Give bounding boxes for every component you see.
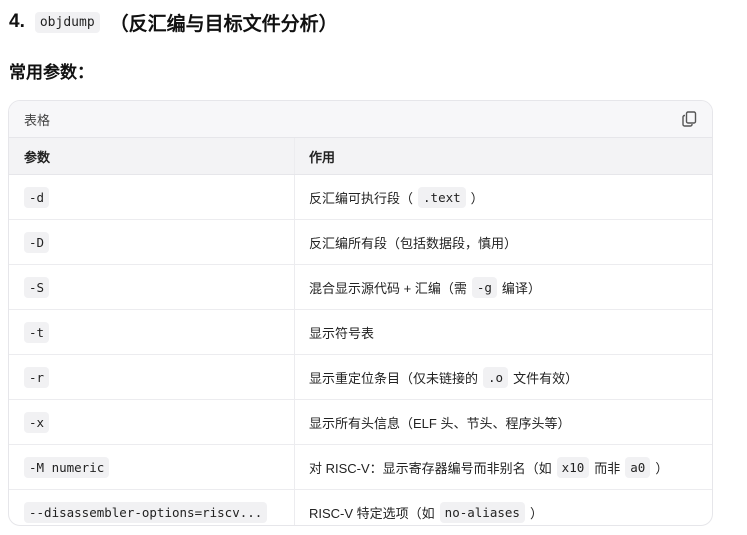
copy-button[interactable] — [680, 110, 698, 128]
usage-text: 编译） — [501, 280, 541, 296]
table-row: -x 显示所有头信息（ELF 头、节头、程序头等） — [9, 400, 712, 445]
inline-code: .text — [418, 186, 466, 208]
table-header-row: 参数 作用 — [9, 138, 712, 175]
table-row: -D 反汇编所有段（包括数据段，慎用） — [9, 220, 712, 265]
table-body: -d 反汇编可执行段（ .text） -D 反汇编所有段（包括数据段，慎用） -S 混合显示… — [9, 175, 712, 525]
usage-cell: RISC-V 特定选项（如 no-aliases） — [295, 490, 712, 525]
param-cell: -d — [9, 175, 295, 219]
table-row: -r 显示重定位条目（仅未链接的 .o 文件有效） — [9, 355, 712, 400]
usage-text: 文件有效） — [513, 370, 579, 386]
usage-text: 而非 — [594, 460, 621, 476]
usage-text: 混合显示源代码 + 汇编（需 — [309, 280, 467, 296]
param-code: -t — [24, 321, 50, 343]
heading-text: （反汇编与目标文件分析） — [109, 13, 338, 35]
column-header-usage: 作用 — [309, 149, 336, 165]
param-cell: -t — [9, 310, 295, 354]
usage-text: 反汇编所有段（包括数据段，慎用） — [309, 235, 518, 251]
table-row: --disassembler-options=riscv... RISC-V 特定… — [9, 490, 712, 525]
inline-code: .o — [483, 366, 509, 388]
usage-cell: 反汇编所有段（包括数据段，慎用） — [295, 220, 712, 264]
usage-cell: 显示重定位条目（仅未链接的 .o 文件有效） — [295, 355, 712, 399]
section-heading: 4. objdump （反汇编与目标文件分析） — [9, 7, 338, 37]
inline-code: -g — [471, 276, 497, 298]
param-code: -x — [24, 411, 50, 433]
param-cell: --disassembler-options=riscv... — [9, 490, 295, 525]
usage-text: 反汇编可执行段（ — [309, 190, 414, 206]
table-caption: 表格 — [24, 112, 51, 128]
column-header-param: 参数 — [9, 138, 295, 174]
inline-code: x10 — [556, 456, 590, 478]
table-card-header: 表格 — [9, 101, 712, 138]
usage-text: 显示符号表 — [309, 325, 375, 341]
inline-code: no-aliases — [439, 501, 525, 523]
usage-text: ） — [470, 190, 484, 206]
param-cell: -M numeric — [9, 445, 295, 489]
table-row: -d 反汇编可执行段（ .text） — [9, 175, 712, 220]
usage-cell: 对 RISC-V：显示寄存器编号而非别名（如 x10 而非 a0） — [295, 445, 712, 489]
param-cell: -x — [9, 400, 295, 444]
copy-icon — [681, 111, 696, 127]
usage-text: ） — [529, 505, 543, 521]
table-row: -M numeric 对 RISC-V：显示寄存器编号而非别名（如 x10 而非 a0） — [9, 445, 712, 490]
param-cell: -r — [9, 355, 295, 399]
usage-cell: 混合显示源代码 + 汇编（需 -g 编译） — [295, 265, 712, 309]
usage-text: 显示重定位条目（仅未链接的 — [309, 370, 479, 386]
param-code: -S — [24, 276, 50, 298]
table-row: -t 显示符号表 — [9, 310, 712, 355]
subheading: 常用参数： — [9, 63, 94, 82]
usage-cell: 反汇编可执行段（ .text） — [295, 175, 712, 219]
table-card: 表格 参数 作用 -d 反汇编可执行段（ .text） -D 反汇编所有段（包括数据段，… — [8, 100, 713, 526]
table-row: -S 混合显示源代码 + 汇编（需 -g 编译） — [9, 265, 712, 310]
param-code: -D — [24, 231, 50, 253]
usage-text: ） — [655, 460, 669, 476]
param-code: -r — [24, 366, 50, 388]
inline-code: a0 — [625, 456, 651, 478]
section-number: 4. — [9, 11, 25, 32]
param-cell: -D — [9, 220, 295, 264]
param-cell: -S — [9, 265, 295, 309]
param-code: -M numeric — [24, 456, 110, 478]
usage-text: 对 RISC-V：显示寄存器编号而非别名（如 — [309, 460, 552, 476]
usage-text: 显示所有头信息（ELF 头、节头、程序头等） — [309, 415, 571, 431]
param-code: --disassembler-options=riscv... — [24, 501, 268, 523]
heading-code: objdump — [34, 11, 100, 33]
usage-text: RISC-V 特定选项（如 — [309, 505, 435, 521]
param-code: -d — [24, 186, 50, 208]
usage-cell: 显示所有头信息（ELF 头、节头、程序头等） — [295, 400, 712, 444]
usage-cell: 显示符号表 — [295, 310, 712, 354]
